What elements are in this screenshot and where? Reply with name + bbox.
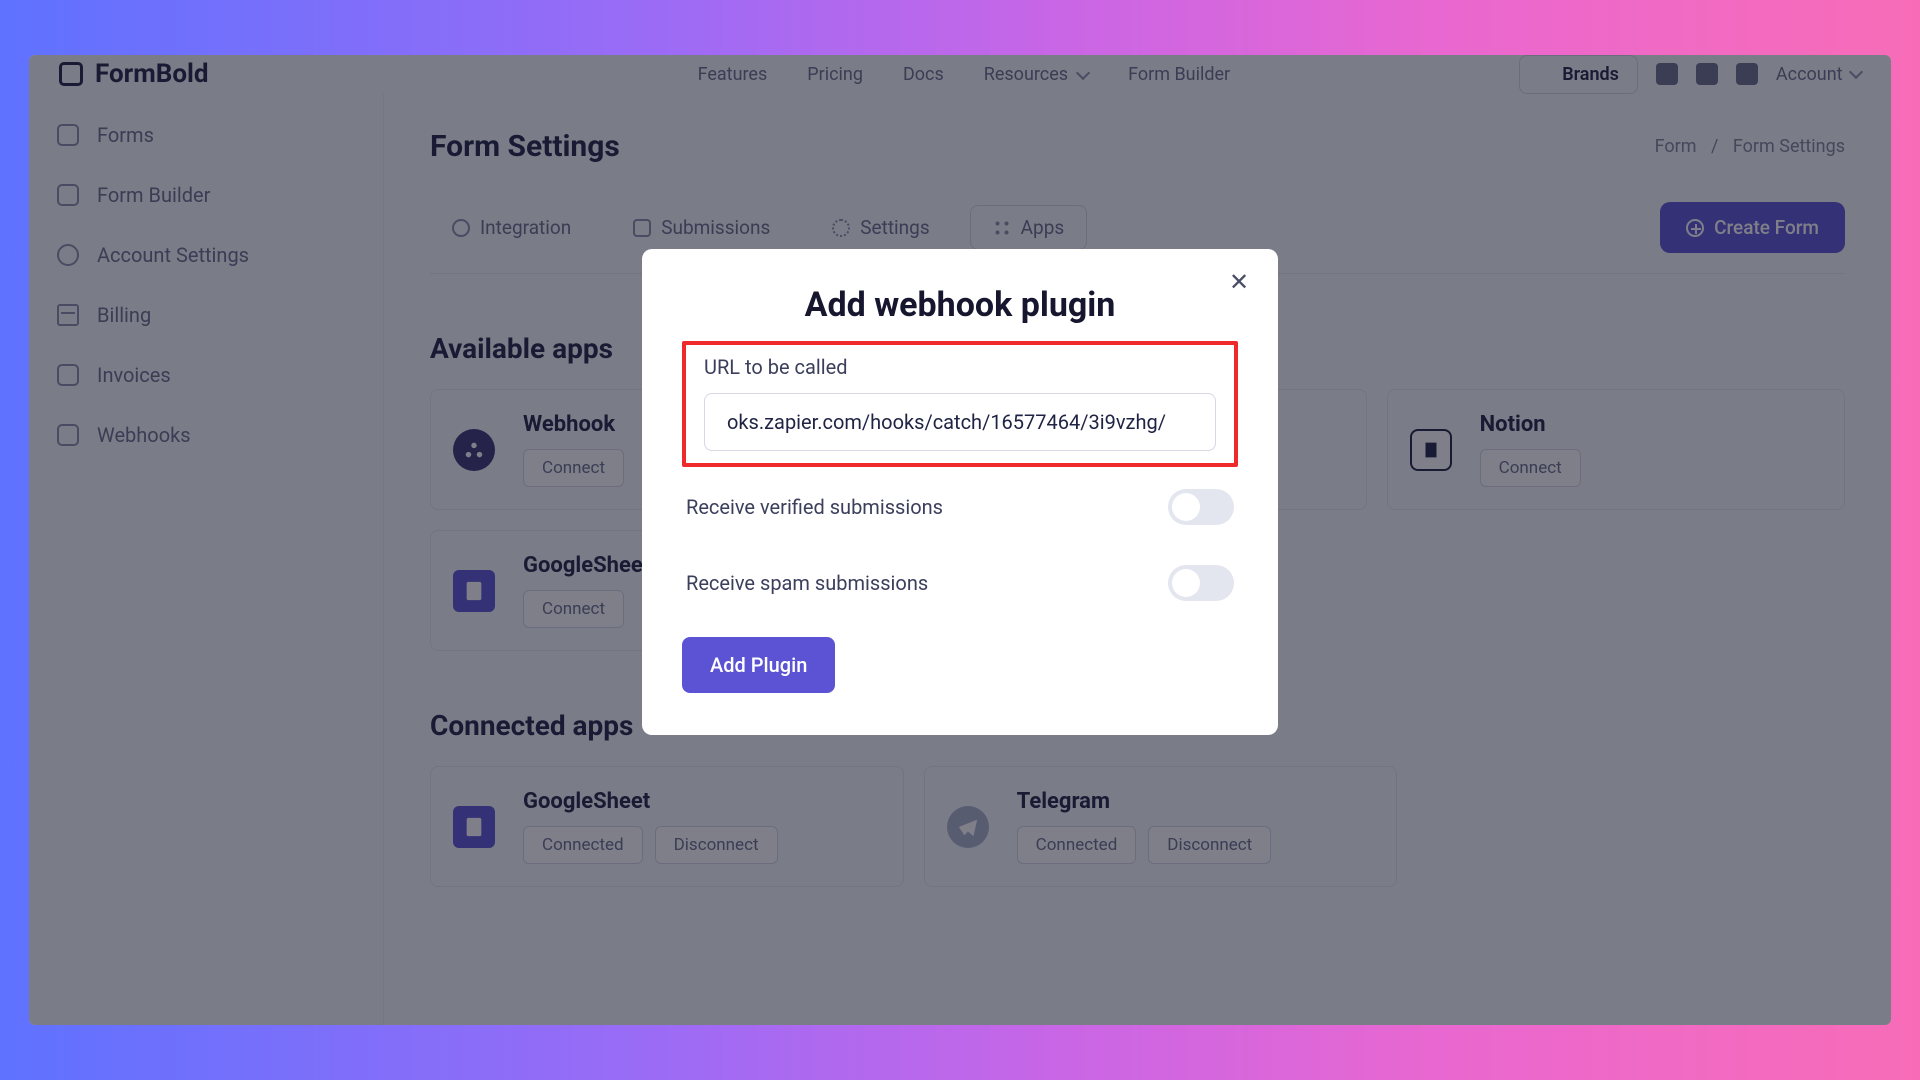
modal-title: Add webhook plugin xyxy=(682,285,1238,325)
webhook-url-input[interactable] xyxy=(704,393,1216,451)
modal-overlay[interactable]: ✕ Add webhook plugin URL to be called Re… xyxy=(29,55,1891,1025)
close-icon[interactable]: ✕ xyxy=(1226,269,1252,295)
toggle-verified[interactable] xyxy=(1168,489,1234,525)
app-frame: FormBold Features Pricing Docs Resources… xyxy=(29,55,1891,1025)
webhook-modal: ✕ Add webhook plugin URL to be called Re… xyxy=(642,249,1278,735)
toggle-spam-row: Receive spam submissions xyxy=(682,565,1238,601)
toggle-spam[interactable] xyxy=(1168,565,1234,601)
url-highlight-box: URL to be called xyxy=(682,341,1238,467)
url-label: URL to be called xyxy=(704,355,1216,379)
add-plugin-button[interactable]: Add Plugin xyxy=(682,637,835,693)
toggle-verified-label: Receive verified submissions xyxy=(686,495,943,519)
toggle-verified-row: Receive verified submissions xyxy=(682,489,1238,525)
toggle-spam-label: Receive spam submissions xyxy=(686,571,928,595)
